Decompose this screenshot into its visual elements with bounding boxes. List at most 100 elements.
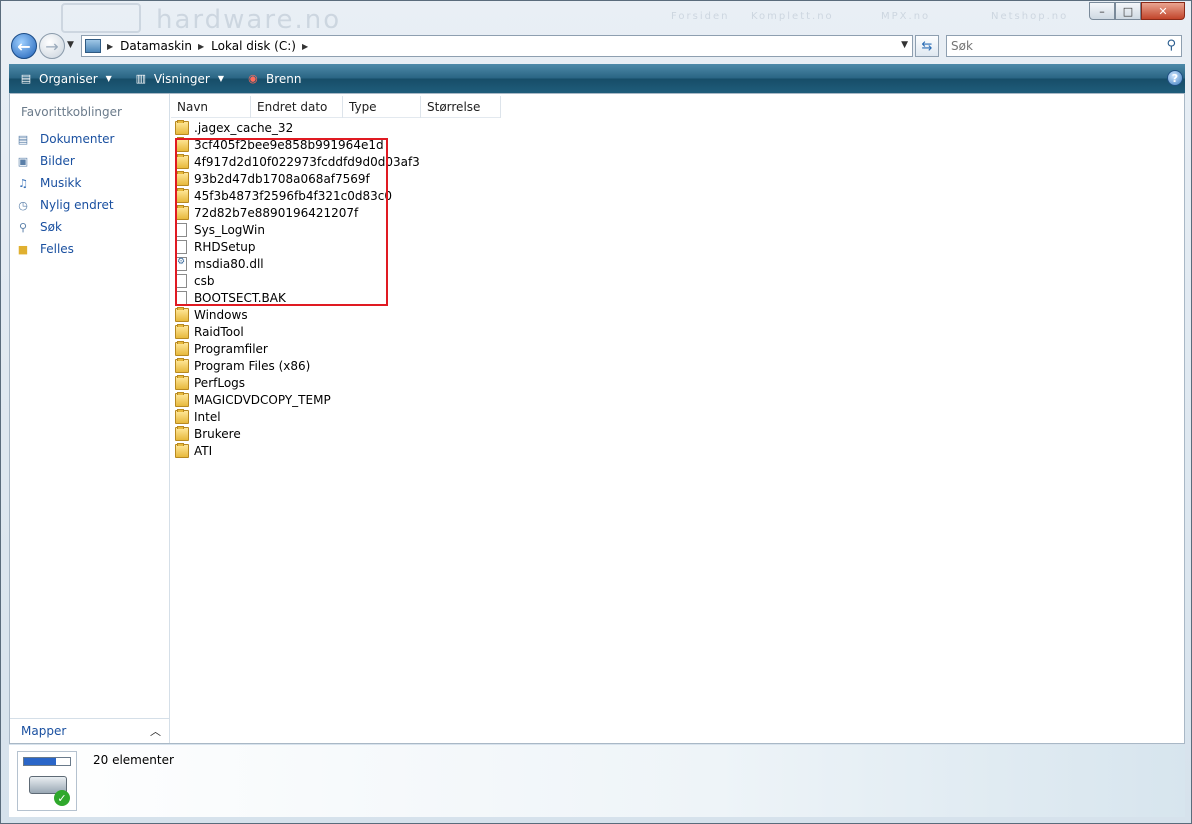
documents-icon: ▤ [17, 132, 29, 146]
breadcrumb-computer[interactable]: Datamaskin [120, 39, 192, 53]
file-name: 4f917d2d10f022973fcddfd9d0d03af3 [194, 154, 420, 169]
file-row[interactable]: 3cf405f2bee9e858b991964e1d [175, 136, 420, 153]
file-name: Program Files (x86) [194, 358, 311, 373]
folder-icon [175, 306, 189, 322]
file-row[interactable]: Sys_LogWin [175, 221, 420, 238]
file-name: MAGICDVDCOPY_TEMP [194, 392, 331, 407]
column-header-name[interactable]: Navn [171, 96, 251, 118]
column-header-size[interactable]: Størrelse [421, 96, 501, 118]
sidebar-item-recent[interactable]: ◷ Nylig endret [15, 194, 114, 216]
minimize-button[interactable]: – [1089, 2, 1115, 20]
chevron-right-icon[interactable]: ▶ [198, 42, 204, 51]
file-icon [176, 222, 187, 237]
folders-toggle[interactable]: Mapper ︿ [10, 718, 169, 743]
organize-label: Organiser [39, 71, 98, 86]
views-icon: ▥ [135, 72, 147, 85]
file-icon [176, 239, 187, 254]
banner-nav-item: Netshop.no [991, 11, 1069, 22]
file-icon [176, 273, 187, 288]
column-header-modified[interactable]: Endret dato [251, 96, 343, 118]
folder-icon [175, 153, 189, 169]
file-row[interactable]: RaidTool [175, 323, 420, 340]
file-name: ATI [194, 443, 213, 458]
search-box[interactable]: ⚲ [946, 35, 1182, 57]
folder-icon [175, 204, 189, 220]
refresh-button[interactable]: ⇆ [915, 35, 939, 57]
organize-button[interactable]: ▤ Organiser ▼ [19, 72, 124, 86]
file-name: RHDSetup [194, 239, 256, 254]
folder-icon [175, 391, 189, 407]
favorites-list: ▤ Dokumenter ▣ Bilder ♫ Musikk ◷ Nylig e… [15, 128, 115, 260]
recent-icon: ◷ [18, 198, 28, 212]
file-row[interactable]: BOOTSECT.BAK [175, 289, 420, 306]
help-button[interactable]: ? [1167, 70, 1183, 86]
file-name: RaidTool [194, 324, 244, 339]
recent-pages-dropdown[interactable]: ▼ [67, 40, 74, 50]
file-row[interactable]: 4f917d2d10f022973fcddfd9d0d03af3 [175, 153, 420, 170]
file-row[interactable]: 72d82b7e8890196421207f [175, 204, 420, 221]
file-name: 3cf405f2bee9e858b991964e1d [194, 137, 384, 152]
sidebar-item-label: Felles [40, 242, 74, 256]
address-row: ← → ▼ ▶ Datamaskin ▶ Lokal disk (C:) ▶ ▼… [1, 31, 1191, 61]
close-button[interactable]: ✕ [1141, 2, 1185, 20]
views-label: Visninger [153, 71, 210, 86]
folder-icon [175, 119, 189, 135]
file-row[interactable]: 93b2d47db1708a068af7569f [175, 170, 420, 187]
search-icon[interactable]: ⚲ [1166, 38, 1176, 53]
sidebar-item-public[interactable]: ■ Felles [15, 238, 114, 260]
address-dropdown-icon[interactable]: ▼ [901, 40, 908, 50]
window-controls: – □ ✕ [1089, 2, 1185, 20]
file-name: BOOTSECT.BAK [194, 290, 286, 305]
search-input[interactable] [951, 39, 1151, 53]
burn-icon: ◉ [248, 72, 258, 85]
folder-icon [175, 187, 189, 203]
breadcrumb-local-disk[interactable]: Lokal disk (C:) [211, 39, 296, 53]
banner-nav-item: Komplett.no [751, 11, 834, 22]
file-name: 72d82b7e8890196421207f [194, 205, 359, 220]
file-row[interactable]: PerfLogs [175, 374, 420, 391]
sidebar-item-search[interactable]: ⚲ Søk [15, 216, 114, 238]
file-name: csb [194, 273, 215, 288]
back-arrow-icon: ← [17, 36, 31, 56]
file-name: msdia80.dll [194, 256, 264, 271]
chevron-right-icon[interactable]: ▶ [302, 42, 308, 51]
background-banner: hardware.no Forsiden Komplett.no MPX.no … [61, 1, 1081, 35]
folder-icon [175, 357, 189, 373]
address-bar[interactable]: ▶ Datamaskin ▶ Lokal disk (C:) ▶ ▼ [81, 35, 913, 57]
banner-nav-item: MPX.no [881, 11, 931, 22]
forward-arrow-icon: → [45, 36, 59, 56]
file-row[interactable]: Programfiler [175, 340, 420, 357]
sidebar-item-label: Dokumenter [40, 132, 115, 146]
forward-button[interactable]: → [39, 33, 65, 59]
sidebar-item-pictures[interactable]: ▣ Bilder [15, 150, 114, 172]
sidebar-item-music[interactable]: ♫ Musikk [15, 172, 114, 194]
file-row[interactable]: msdia80.dll [175, 255, 420, 272]
organize-icon: ▤ [20, 72, 32, 85]
file-row[interactable]: Brukere [175, 425, 420, 442]
file-row[interactable]: RHDSetup [175, 238, 420, 255]
file-row[interactable]: ATI [175, 442, 420, 459]
file-row[interactable]: Program Files (x86) [175, 357, 420, 374]
sidebar-item-label: Søk [40, 220, 62, 234]
file-row[interactable]: csb [175, 272, 420, 289]
sidebar-item-documents[interactable]: ▤ Dokumenter [15, 128, 115, 150]
file-row[interactable]: .jagex_cache_32 [175, 119, 420, 136]
chevron-right-icon[interactable]: ▶ [107, 42, 113, 51]
file-row[interactable]: 45f3b4873f2596fb4f321c0d83c0 [175, 187, 420, 204]
file-icon [176, 290, 187, 305]
file-name: Brukere [194, 426, 241, 441]
file-row[interactable]: Intel [175, 408, 420, 425]
file-row[interactable]: MAGICDVDCOPY_TEMP [175, 391, 420, 408]
burn-button[interactable]: ◉ Brenn [246, 72, 314, 86]
file-row[interactable]: Windows [175, 306, 420, 323]
views-button[interactable]: ▥ Visninger ▼ [134, 72, 236, 86]
column-header-type[interactable]: Type [343, 96, 421, 118]
favorites-heading: Favorittkoblinger [21, 105, 122, 119]
column-headers: Navn Endret dato Type Størrelse [171, 96, 501, 118]
dll-file-icon [176, 256, 187, 271]
file-list: .jagex_cache_32 3cf405f2bee9e858b991964e1… [175, 119, 420, 459]
maximize-button[interactable]: □ [1115, 2, 1141, 20]
folder-icon [175, 340, 189, 356]
computer-icon [85, 39, 101, 53]
back-button[interactable]: ← [11, 33, 37, 59]
